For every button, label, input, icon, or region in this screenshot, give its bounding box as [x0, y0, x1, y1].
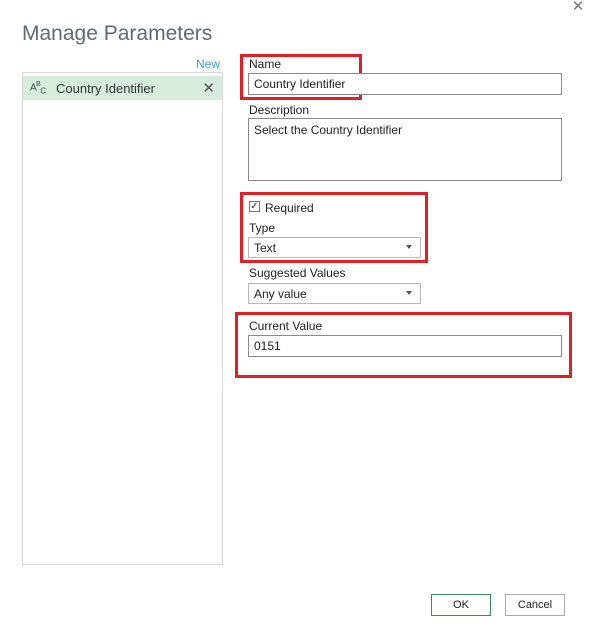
cancel-button[interactable]: Cancel [505, 594, 565, 616]
description-input[interactable]: Select the Country Identifier [248, 118, 562, 181]
suggested-values-dropdown-value: Any value [254, 286, 307, 301]
name-label: Name [249, 57, 282, 71]
new-parameter-link[interactable]: New [196, 57, 220, 71]
description-label: Description [249, 103, 310, 117]
name-input[interactable] [248, 73, 562, 95]
text-type-icon: ABC [30, 80, 46, 96]
list-item[interactable]: ABC Country Identifier ✕ [23, 76, 222, 100]
suggested-values-dropdown[interactable]: Any value [248, 283, 421, 304]
required-checkbox[interactable]: ✓ [249, 201, 260, 212]
current-value-label: Current Value [249, 319, 323, 333]
remove-icon[interactable]: ✕ [202, 79, 215, 97]
type-dropdown-value: Text [254, 240, 277, 255]
ok-button[interactable]: OK [431, 594, 491, 616]
list-item-label: Country Identifier [56, 80, 155, 96]
chevron-down-icon [406, 291, 412, 295]
type-label: Type [249, 221, 276, 235]
current-value-input[interactable] [248, 335, 562, 357]
chevron-down-icon [406, 245, 412, 249]
suggested-values-label: Suggested Values [249, 266, 346, 280]
parameter-list: ABC Country Identifier ✕ [22, 72, 223, 565]
dialog-title: Manage Parameters [22, 22, 213, 45]
required-label: Required [265, 201, 314, 215]
close-icon[interactable]: ✕ [568, 0, 588, 16]
type-dropdown[interactable]: Text [248, 237, 421, 258]
